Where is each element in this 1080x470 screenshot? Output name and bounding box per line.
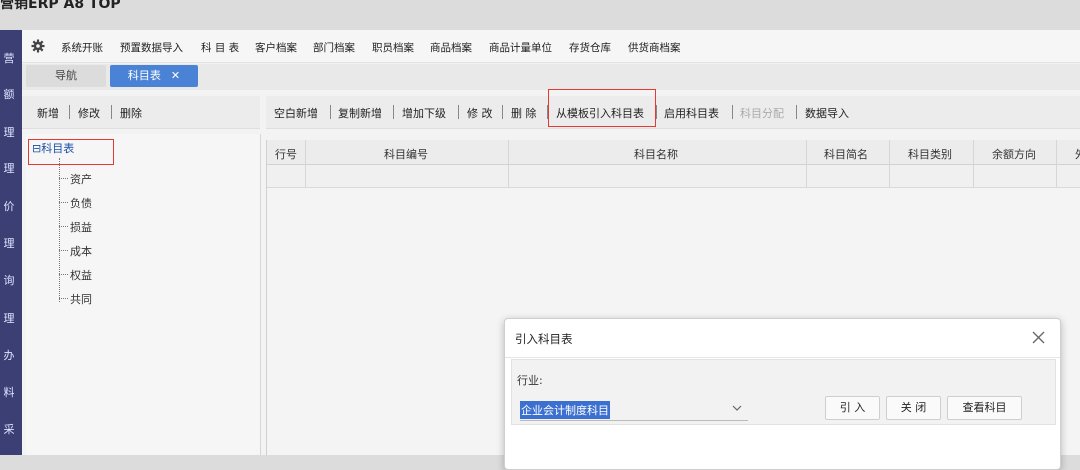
highlight-box (28, 139, 114, 165)
enable-accounts-button[interactable]: 启用科目表 (664, 105, 719, 121)
tree-connector (59, 178, 68, 179)
account-tree: ⊟科目表 资产 负债 损益 成本 权益 共同 (26, 134, 261, 455)
menu-item-accounts[interactable]: 科 目 表 (201, 40, 239, 55)
tab-label: 科目表 (127, 69, 161, 82)
left-rail: 营 额 理 理 价 理 询 理 办 料 采 (0, 30, 22, 455)
dialog-title: 引入科目表 (515, 332, 573, 346)
app-title: 营销ERP A8 TOP (0, 0, 121, 12)
tree-connector (59, 250, 68, 251)
close-icon[interactable] (1032, 331, 1045, 344)
rail-item[interactable]: 理 (0, 310, 18, 326)
column-divider (806, 140, 807, 187)
dialog-header: 引入科目表 (505, 319, 1060, 358)
column-divider (508, 140, 509, 187)
import-button[interactable]: 引 入 (825, 396, 880, 420)
modify-button[interactable]: 修 改 (467, 105, 493, 121)
table-row[interactable] (267, 165, 1080, 188)
grid-header: 行号 科目编号 科目名称 科目简名 科目类别 余额方向 外 (267, 140, 1080, 165)
column-header[interactable]: 科目类别 (908, 146, 952, 162)
menu-item-departments[interactable]: 部门档案 (313, 40, 355, 55)
tree-connector (59, 202, 68, 203)
toolbar-divider (656, 105, 657, 119)
tree-node-assets[interactable]: 资产 (70, 171, 92, 187)
tab-navigation[interactable]: 导航 (26, 65, 106, 87)
industry-select[interactable]: 企业会计制度科目 (520, 398, 748, 421)
edit-button[interactable]: 修改 (78, 105, 100, 121)
column-header[interactable]: 科目简名 (824, 146, 868, 162)
toolbar-divider (330, 105, 331, 119)
data-import-button[interactable]: 数据导入 (805, 105, 849, 121)
menu-item-system-open[interactable]: 系统开账 (61, 40, 103, 55)
rail-item[interactable]: 理 (0, 235, 18, 251)
menu-item-warehouse[interactable]: 存货仓库 (569, 40, 611, 55)
column-header[interactable]: 余额方向 (992, 146, 1036, 162)
toolbar-divider (111, 105, 112, 119)
tree-node-equity[interactable]: 权益 (70, 267, 92, 283)
gear-icon[interactable] (31, 39, 45, 53)
blank-add-button[interactable]: 空白新增 (274, 105, 318, 121)
column-header[interactable]: 行号 (275, 146, 297, 162)
toolbar-divider (502, 105, 503, 119)
toolbar-divider (796, 105, 797, 119)
column-divider (973, 140, 974, 187)
rail-item[interactable]: 价 (0, 198, 18, 214)
tree-connector (59, 298, 68, 299)
menubar: 系统开账 预置数据导入 科 目 表 客户档案 部门档案 职员档案 商品档案 商品… (22, 30, 1080, 63)
menu-item-units[interactable]: 商品计量单位 (489, 40, 552, 55)
tab-accounts[interactable]: 科目表 ✕ (110, 65, 198, 87)
menu-item-customers[interactable]: 客户档案 (255, 40, 297, 55)
tree-node-cost[interactable]: 成本 (70, 243, 92, 259)
toolbar-divider (69, 105, 70, 119)
rail-item[interactable]: 营 (0, 50, 18, 66)
close-icon[interactable]: ✕ (171, 69, 180, 82)
tree-node-liabilities[interactable]: 负债 (70, 195, 92, 211)
toolbar-divider (732, 105, 733, 119)
tabbar: 导航 科目表 ✕ (22, 64, 1080, 90)
add-child-button[interactable]: 增加下级 (402, 105, 446, 121)
industry-select-value: 企业会计制度科目 (520, 401, 610, 419)
rail-item[interactable]: 料 (0, 384, 18, 400)
assign-accounts-button[interactable]: 科目分配 (740, 105, 784, 121)
grid-toolbar: 空白新增 复制新增 增加下级 修 改 删 除 从模板引入科目表 启用科目表 科目… (266, 96, 1080, 129)
tree-node-profit-loss[interactable]: 损益 (70, 219, 92, 235)
industry-label: 行业: (517, 374, 543, 387)
column-divider (305, 140, 306, 187)
column-header[interactable]: 外 (1075, 146, 1080, 162)
menu-item-preset-import[interactable]: 预置数据导入 (120, 40, 183, 55)
menu-item-suppliers[interactable]: 供货商档案 (628, 40, 681, 55)
rail-item[interactable]: 采 (0, 421, 18, 437)
delete-button[interactable]: 删除 (120, 105, 142, 121)
tree-connector (59, 274, 68, 275)
dialog-body: 行业: 企业会计制度科目 引 入 关 闭 查看科目 (511, 359, 1056, 425)
rail-item[interactable]: 理 (0, 160, 18, 176)
menu-item-employees[interactable]: 职员档案 (372, 40, 414, 55)
remove-button[interactable]: 删 除 (511, 105, 537, 121)
copy-add-button[interactable]: 复制新增 (338, 105, 382, 121)
close-button[interactable]: 关 闭 (886, 396, 941, 420)
import-accounts-dialog: 引入科目表 行业: 企业会计制度科目 引 入 关 闭 查看科目 (504, 318, 1061, 470)
tree-toolbar: 新增 修改 删除 (22, 96, 260, 129)
tree-connector (59, 158, 60, 302)
column-header[interactable]: 科目编号 (384, 146, 428, 162)
rail-item[interactable]: 理 (0, 124, 18, 140)
chevron-down-icon[interactable] (732, 404, 742, 412)
menu-item-products[interactable]: 商品档案 (430, 40, 472, 55)
view-accounts-button[interactable]: 查看科目 (947, 396, 1022, 420)
rail-item[interactable]: 办 (0, 347, 18, 363)
highlight-box (548, 89, 656, 127)
add-button[interactable]: 新增 (37, 105, 59, 121)
rail-item[interactable]: 询 (0, 272, 18, 288)
toolbar-divider (458, 105, 459, 119)
toolbar-divider (393, 105, 394, 119)
tree-connector (59, 226, 68, 227)
tree-node-common[interactable]: 共同 (70, 291, 92, 307)
column-header[interactable]: 科目名称 (634, 146, 678, 162)
column-divider (889, 140, 890, 187)
column-divider (1056, 140, 1057, 187)
tab-label: 导航 (55, 69, 77, 82)
rail-item[interactable]: 额 (0, 86, 18, 102)
